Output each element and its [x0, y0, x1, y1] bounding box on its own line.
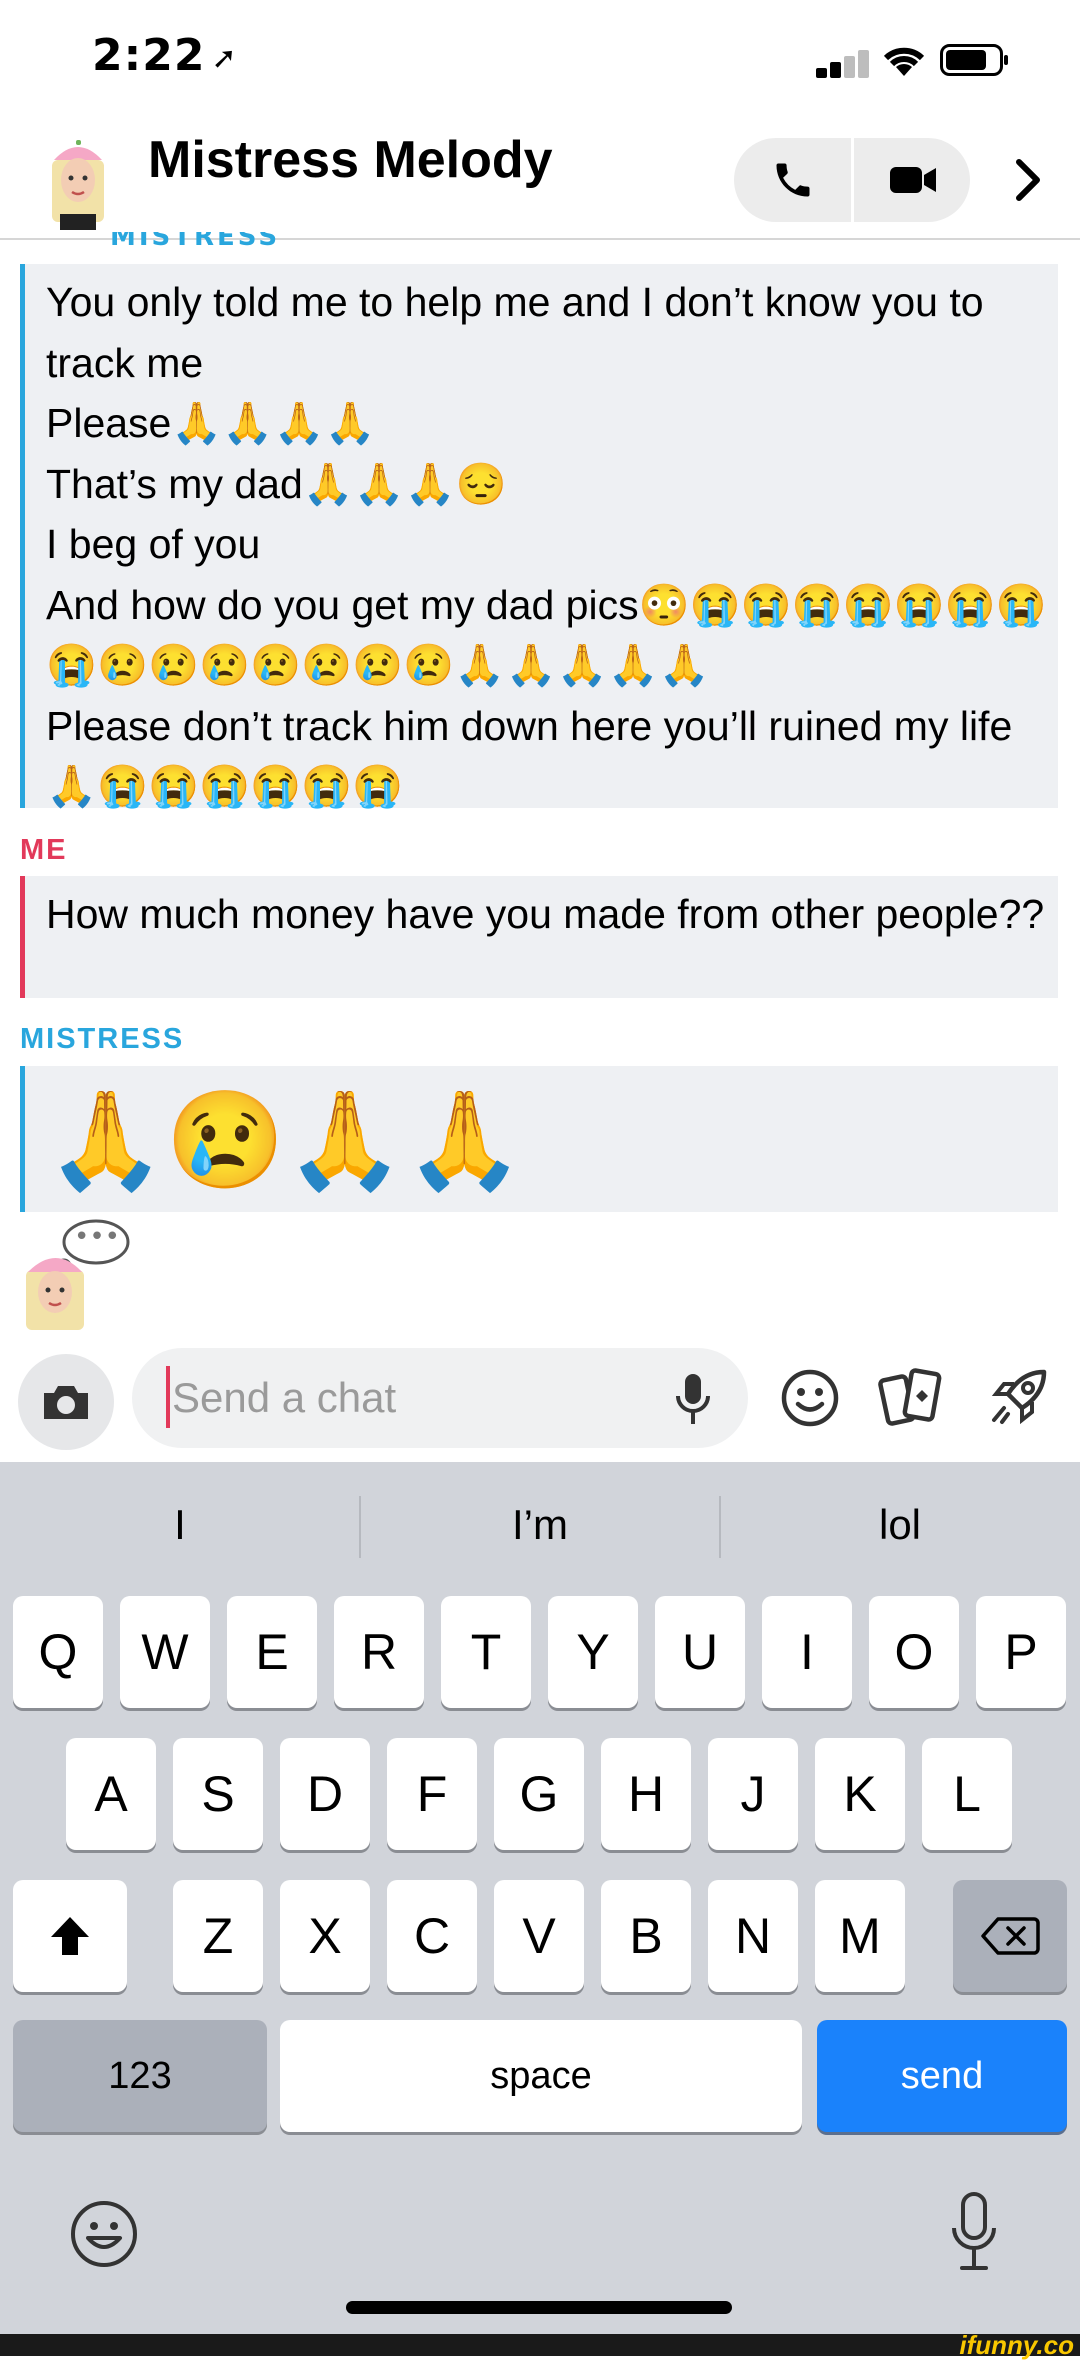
camera-button[interactable] [18, 1354, 114, 1450]
key-r[interactable]: R [334, 1596, 424, 1708]
suggestion-1[interactable]: I [0, 1490, 360, 1560]
key-h[interactable]: H [601, 1738, 691, 1850]
key-j[interactable]: J [708, 1738, 798, 1850]
shift-arrow-icon [51, 1917, 89, 1955]
cellular-signal-icon [816, 50, 869, 78]
sender-bar [20, 264, 25, 808]
numbers-key[interactable]: 123 [13, 2020, 267, 2132]
video-call-button[interactable] [854, 138, 970, 222]
key-o[interactable]: O [869, 1596, 959, 1708]
watermark-strip [0, 2334, 1080, 2356]
status-time: 2:22 ➚ [92, 30, 238, 81]
message-text: 🙏😢🙏🙏 [46, 1087, 525, 1194]
shift-key[interactable] [13, 1880, 127, 1992]
key-u[interactable]: U [655, 1596, 745, 1708]
message-bubble-3[interactable]: 🙏😢🙏🙏 [20, 1066, 1058, 1212]
smiley-icon[interactable] [780, 1368, 840, 1428]
watermark-logo: ifunny.co [959, 2330, 1074, 2360]
key-t[interactable]: T [441, 1596, 531, 1708]
sender-label: MISTRESS [20, 1023, 185, 1055]
composer-row [0, 1332, 1080, 1462]
chat-title[interactable]: Mistress Melody [148, 130, 553, 190]
camera-icon [44, 1386, 88, 1419]
key-l[interactable]: L [922, 1738, 1012, 1850]
bitmoji-avatar-icon[interactable] [46, 134, 110, 230]
key-z[interactable]: Z [173, 1880, 263, 1992]
key-s[interactable]: S [173, 1738, 263, 1850]
key-g[interactable]: G [494, 1738, 584, 1850]
video-camera-icon [889, 167, 936, 193]
emoji-keyboard-icon[interactable] [68, 2198, 140, 2270]
key-m[interactable]: M [815, 1880, 905, 1992]
home-indicator[interactable] [346, 2301, 732, 2314]
key-f[interactable]: F [387, 1738, 477, 1850]
rocket-icon[interactable] [986, 1364, 1052, 1430]
microphone-icon[interactable] [670, 1372, 716, 1426]
keyboard: I I’m lol Q W E R T Y U I O P A S D F G … [0, 1462, 1080, 2356]
send-key[interactable]: send [817, 2020, 1067, 2132]
key-b[interactable]: B [601, 1880, 691, 1992]
backspace-key[interactable] [953, 1880, 1067, 1992]
cards-icon[interactable] [878, 1366, 944, 1430]
battery-icon [940, 44, 1010, 76]
key-e[interactable]: E [227, 1596, 317, 1708]
key-c[interactable]: C [387, 1880, 477, 1992]
message-text: How much money have you made from other … [46, 891, 1045, 937]
key-i[interactable]: I [762, 1596, 852, 1708]
key-x[interactable]: X [280, 1880, 370, 1992]
sender-bar [20, 1066, 25, 1212]
key-w[interactable]: W [120, 1596, 210, 1708]
key-n[interactable]: N [708, 1880, 798, 1992]
sender-label: ME [20, 834, 68, 866]
text-caret [166, 1366, 170, 1428]
key-a[interactable]: A [66, 1738, 156, 1850]
key-v[interactable]: V [494, 1880, 584, 1992]
typing-dots: ••• [74, 1222, 121, 1252]
key-k[interactable]: K [815, 1738, 905, 1850]
key-q[interactable]: Q [13, 1596, 103, 1708]
message-text: You only told me to help me and I don’t … [46, 279, 1047, 809]
location-arrow-icon: ➚ [211, 40, 238, 76]
chat-input[interactable] [132, 1348, 748, 1448]
backspace-icon [981, 1917, 1040, 1955]
suggestion-3[interactable]: lol [720, 1490, 1080, 1560]
suggestion-2[interactable]: I’m [360, 1490, 720, 1560]
chat-header: Mistress Melody [0, 110, 1080, 240]
key-y[interactable]: Y [548, 1596, 638, 1708]
chevron-right-icon[interactable] [1008, 150, 1048, 210]
key-p[interactable]: P [976, 1596, 1066, 1708]
typing-bitmoji-icon: ••• [22, 1218, 132, 1330]
message-bubble-1[interactable]: You only told me to help me and I don’t … [20, 264, 1058, 809]
phone-call-button[interactable] [734, 138, 851, 222]
message-bubble-2[interactable]: How much money have you made from other … [20, 876, 1058, 998]
wifi-icon [882, 42, 926, 78]
phone-icon [776, 163, 809, 197]
dictation-mic-icon[interactable] [948, 2190, 1000, 2274]
sender-bar [20, 876, 25, 998]
call-buttons [734, 138, 970, 222]
key-d[interactable]: D [280, 1738, 370, 1850]
space-key[interactable]: space [280, 2020, 802, 2132]
